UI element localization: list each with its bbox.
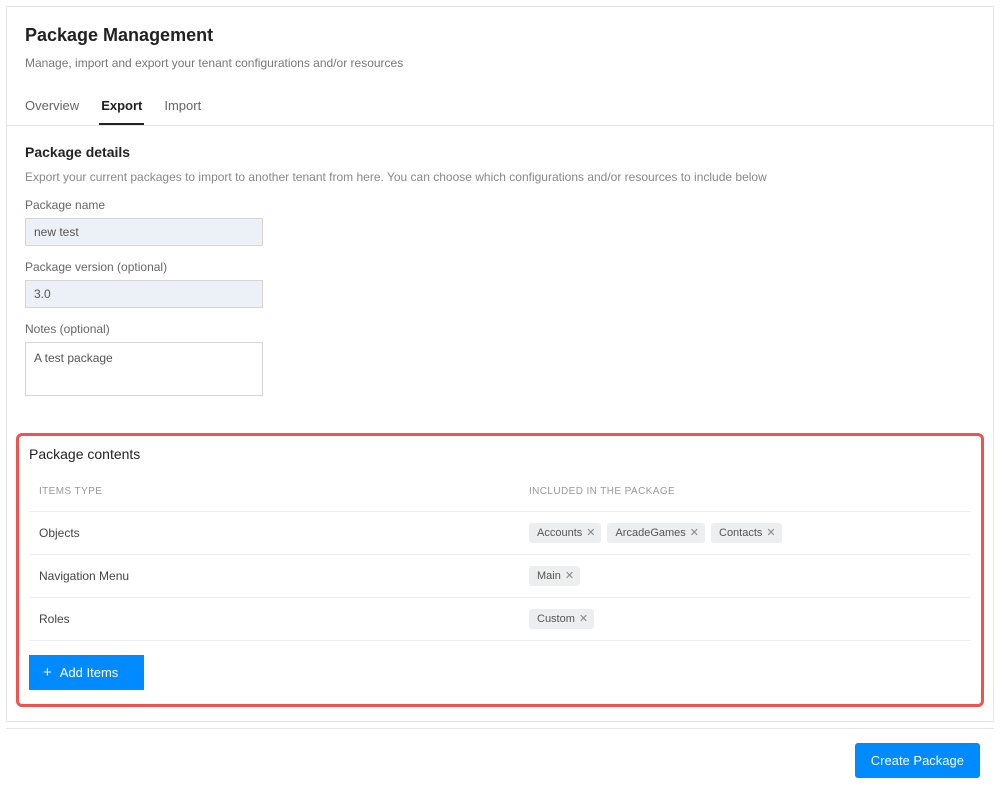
tab-overview[interactable]: Overview <box>23 88 81 125</box>
tab-export[interactable]: Export <box>99 88 144 125</box>
close-icon[interactable]: ✕ <box>766 528 775 539</box>
tag-label: Custom <box>537 613 575 625</box>
tag: Contacts ✕ <box>711 523 782 543</box>
row-tags: Accounts ✕ ArcadeGames ✕ Contacts ✕ <box>529 512 971 554</box>
page-subtitle: Manage, import and export your tenant co… <box>25 56 975 70</box>
row-type: Objects <box>29 512 529 554</box>
tag: Main ✕ <box>529 566 580 586</box>
col-header-included: INCLUDED IN THE PACKAGE <box>529 476 971 511</box>
label-package-version: Package version (optional) <box>25 260 975 274</box>
input-package-name[interactable] <box>25 218 263 246</box>
close-icon[interactable]: ✕ <box>586 528 595 539</box>
table-row: Objects Accounts ✕ ArcadeGames ✕ Contacts ✕ <box>29 512 971 555</box>
close-icon[interactable]: ✕ <box>579 614 588 625</box>
col-header-items-type: ITEMS TYPE <box>29 476 529 511</box>
tab-import[interactable]: Import <box>162 88 203 125</box>
create-package-button[interactable]: Create Package <box>855 743 980 778</box>
footer: Create Package <box>6 728 994 792</box>
field-notes: Notes (optional) <box>25 322 975 401</box>
details-desc: Export your current packages to import t… <box>25 170 975 184</box>
table-row: Roles Custom ✕ <box>29 598 971 641</box>
header-section: Package Management Manage, import and ex… <box>7 7 993 70</box>
add-items-button[interactable]: + Add Items <box>29 655 144 690</box>
tag: ArcadeGames ✕ <box>607 523 705 543</box>
page-title: Package Management <box>25 25 975 46</box>
details-title: Package details <box>25 144 975 160</box>
row-type: Roles <box>29 598 529 640</box>
label-notes: Notes (optional) <box>25 322 975 336</box>
contents-table: ITEMS TYPE INCLUDED IN THE PACKAGE Objec… <box>29 476 971 641</box>
contents-title: Package contents <box>29 446 971 462</box>
plus-icon: + <box>43 665 52 680</box>
field-package-version: Package version (optional) <box>25 260 975 308</box>
package-contents-highlight: Package contents ITEMS TYPE INCLUDED IN … <box>16 433 984 707</box>
row-type: Navigation Menu <box>29 555 529 597</box>
package-details: Package details Export your current pack… <box>7 126 993 433</box>
table-row: Navigation Menu Main ✕ <box>29 555 971 598</box>
input-package-version[interactable] <box>25 280 263 308</box>
field-package-name: Package name <box>25 198 975 246</box>
tag-label: Contacts <box>719 527 762 539</box>
tag-label: Accounts <box>537 527 582 539</box>
page-container: Package Management Manage, import and ex… <box>6 6 994 722</box>
row-tags: Main ✕ <box>529 555 971 597</box>
label-package-name: Package name <box>25 198 975 212</box>
close-icon[interactable]: ✕ <box>690 528 699 539</box>
row-tags: Custom ✕ <box>529 598 971 640</box>
tag: Custom ✕ <box>529 609 594 629</box>
tabs: Overview Export Import <box>7 88 993 126</box>
contents-header: ITEMS TYPE INCLUDED IN THE PACKAGE <box>29 476 971 512</box>
tag-label: Main <box>537 570 561 582</box>
tag-label: ArcadeGames <box>615 527 685 539</box>
close-icon[interactable]: ✕ <box>565 571 574 582</box>
add-items-label: Add Items <box>60 665 119 680</box>
tag: Accounts ✕ <box>529 523 601 543</box>
textarea-notes[interactable] <box>25 342 263 396</box>
